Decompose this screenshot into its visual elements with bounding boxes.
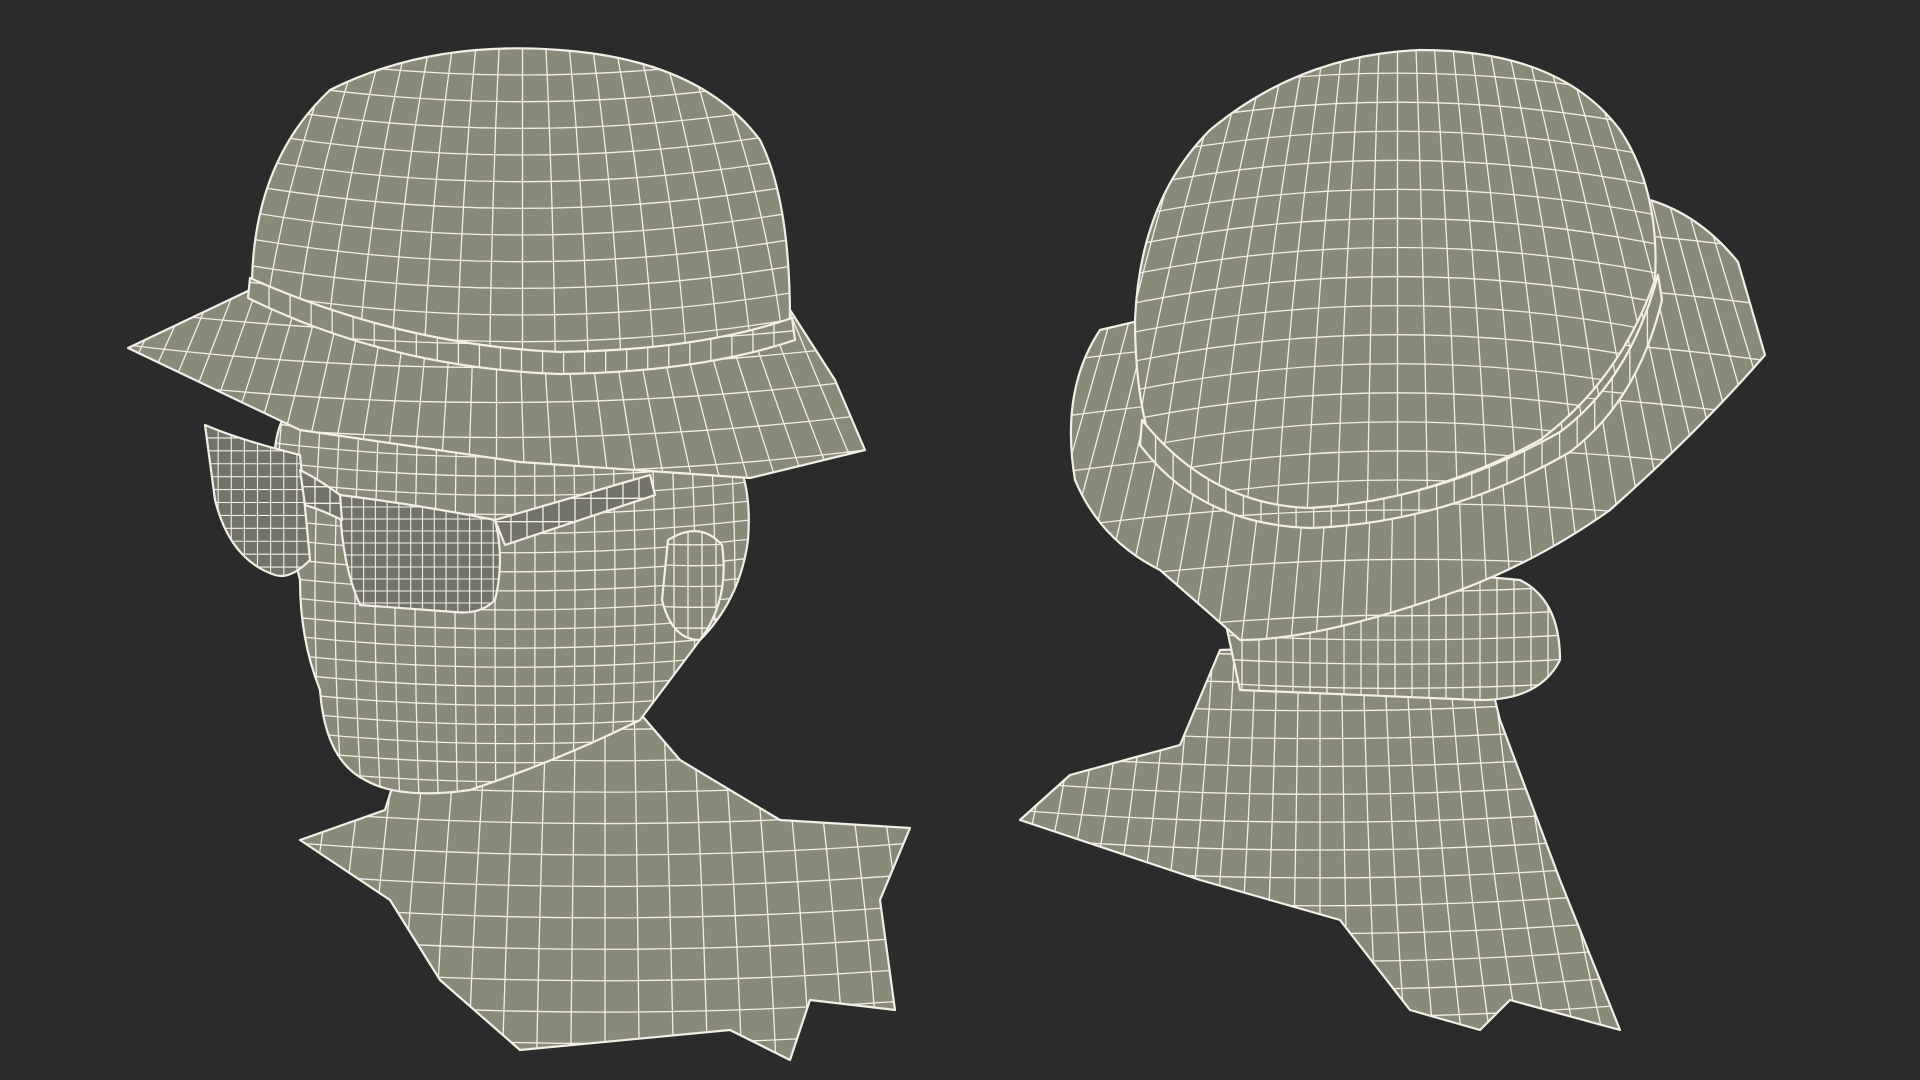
wireframe-scene xyxy=(0,0,1920,1080)
render-viewport xyxy=(0,0,1920,1080)
